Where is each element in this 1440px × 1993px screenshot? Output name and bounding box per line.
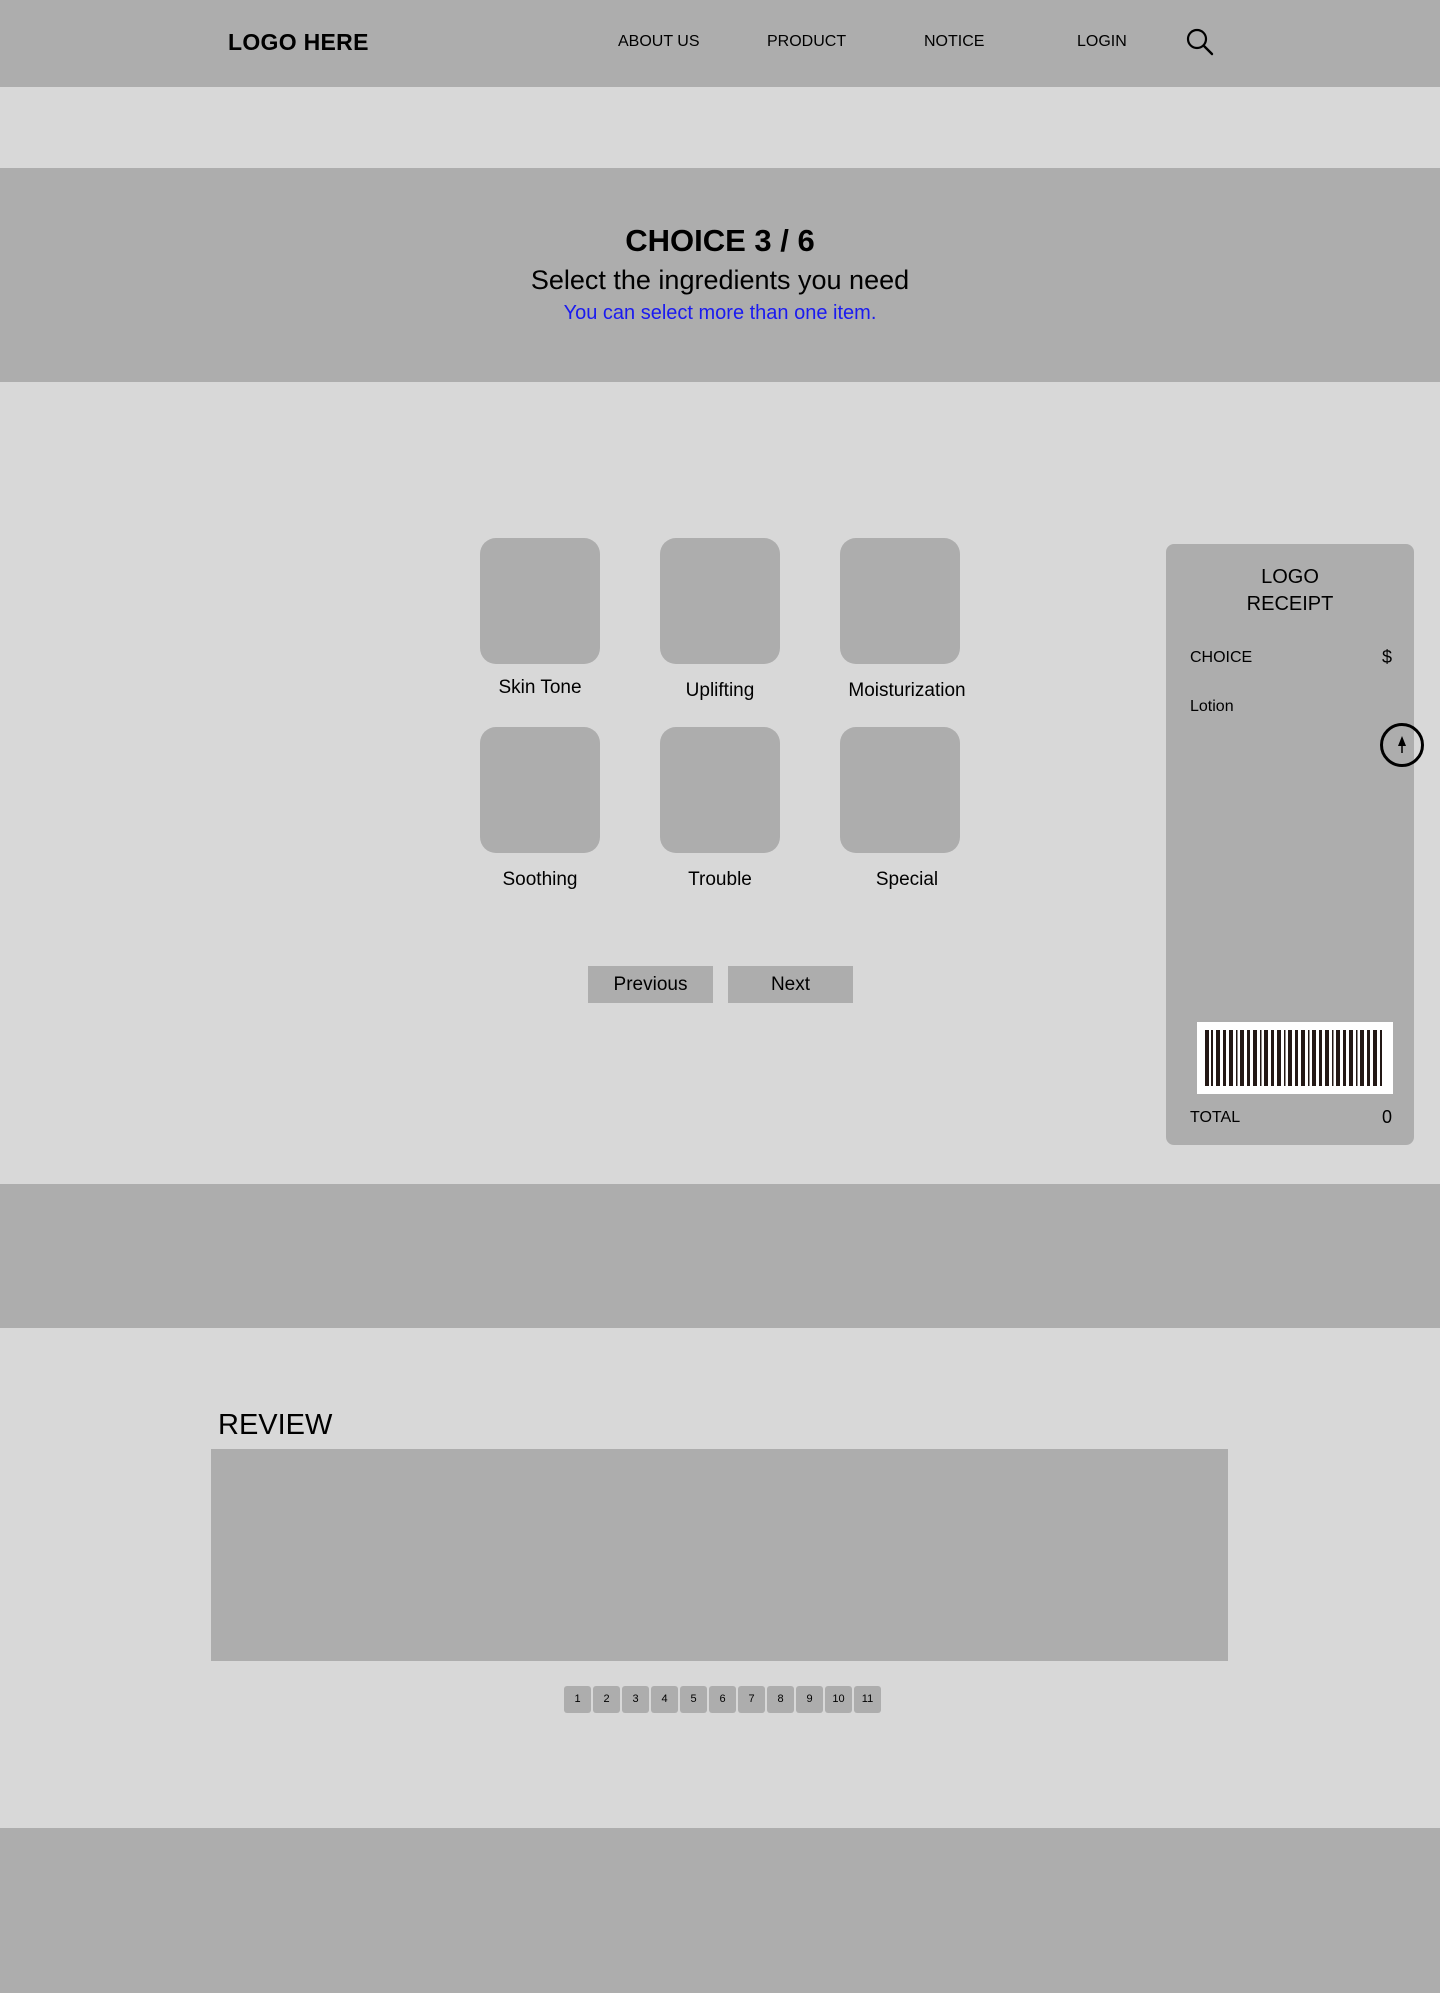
barcode-image [1197, 1022, 1393, 1094]
receipt-title: RECEIPT [1246, 593, 1334, 615]
header: LOGO HERE ABOUT US PRODUCT NOTICE LOGIN [0, 0, 1440, 87]
receipt-total-value: 0 [1381, 1107, 1392, 1127]
page-button[interactable]: 11 [854, 1686, 881, 1713]
footer [0, 1828, 1440, 1993]
option-tile-moisturization[interactable] [840, 538, 960, 664]
previous-button[interactable]: Previous [588, 966, 713, 1003]
option-label-moisturization: Moisturization [848, 680, 966, 701]
option-label-soothing: Soothing [502, 869, 578, 890]
nav-about-us[interactable]: ABOUT US [618, 33, 700, 51]
option-tile-uplifting[interactable] [660, 538, 780, 664]
receipt-choice-label: CHOICE [1190, 649, 1253, 666]
review-content [211, 1449, 1228, 1661]
option-label-trouble: Trouble [688, 869, 752, 890]
logo[interactable]: LOGO HERE [228, 29, 369, 56]
nav-product[interactable]: PRODUCT [767, 33, 846, 51]
option-label-uplifting: Uplifting [685, 680, 755, 701]
receipt-logo: LOGO [1261, 566, 1319, 588]
receipt-total-label: TOTAL [1190, 1109, 1241, 1126]
option-label-special: Special [875, 869, 939, 890]
scroll-top-icon[interactable] [1380, 723, 1424, 767]
page-button[interactable]: 5 [680, 1686, 707, 1713]
section-divider [0, 1184, 1440, 1328]
step-note: You can select more than one item. [563, 302, 877, 324]
option-tile-special[interactable] [840, 727, 960, 853]
page-button[interactable]: 1 [564, 1686, 591, 1713]
review-pagination: 1 2 3 4 5 6 7 8 9 10 11 [564, 1686, 881, 1713]
step-subtitle: Select the ingredients you need [530, 265, 910, 295]
page-button[interactable]: 8 [767, 1686, 794, 1713]
step-title: CHOICE 3 / 6 [625, 223, 815, 258]
page-button[interactable]: 3 [622, 1686, 649, 1713]
next-button[interactable]: Next [728, 966, 853, 1003]
option-tile-skin-tone[interactable] [480, 538, 600, 664]
search-icon[interactable] [1186, 28, 1214, 56]
option-tile-trouble[interactable] [660, 727, 780, 853]
page-button[interactable]: 6 [709, 1686, 736, 1713]
nav-login[interactable]: LOGIN [1077, 33, 1127, 51]
review-title: REVIEW [218, 1409, 333, 1441]
page-button[interactable]: 4 [651, 1686, 678, 1713]
receipt-header: LOGO RECEIPT [1166, 564, 1414, 618]
page-button[interactable]: 10 [825, 1686, 852, 1713]
page-button[interactable]: 2 [593, 1686, 620, 1713]
receipt-panel: LOGO RECEIPT CHOICE $ Lotion TOTAL 0 [1166, 544, 1414, 1145]
option-label-skin-tone: Skin Tone [498, 677, 582, 698]
step-banner: CHOICE 3 / 6 Select the ingredients you … [0, 168, 1440, 382]
nav-notice[interactable]: NOTICE [924, 33, 984, 51]
page-button[interactable]: 9 [796, 1686, 823, 1713]
option-tile-soothing[interactable] [480, 727, 600, 853]
receipt-item: Lotion [1190, 698, 1234, 715]
receipt-currency: $ [1381, 647, 1392, 667]
page-button[interactable]: 7 [738, 1686, 765, 1713]
